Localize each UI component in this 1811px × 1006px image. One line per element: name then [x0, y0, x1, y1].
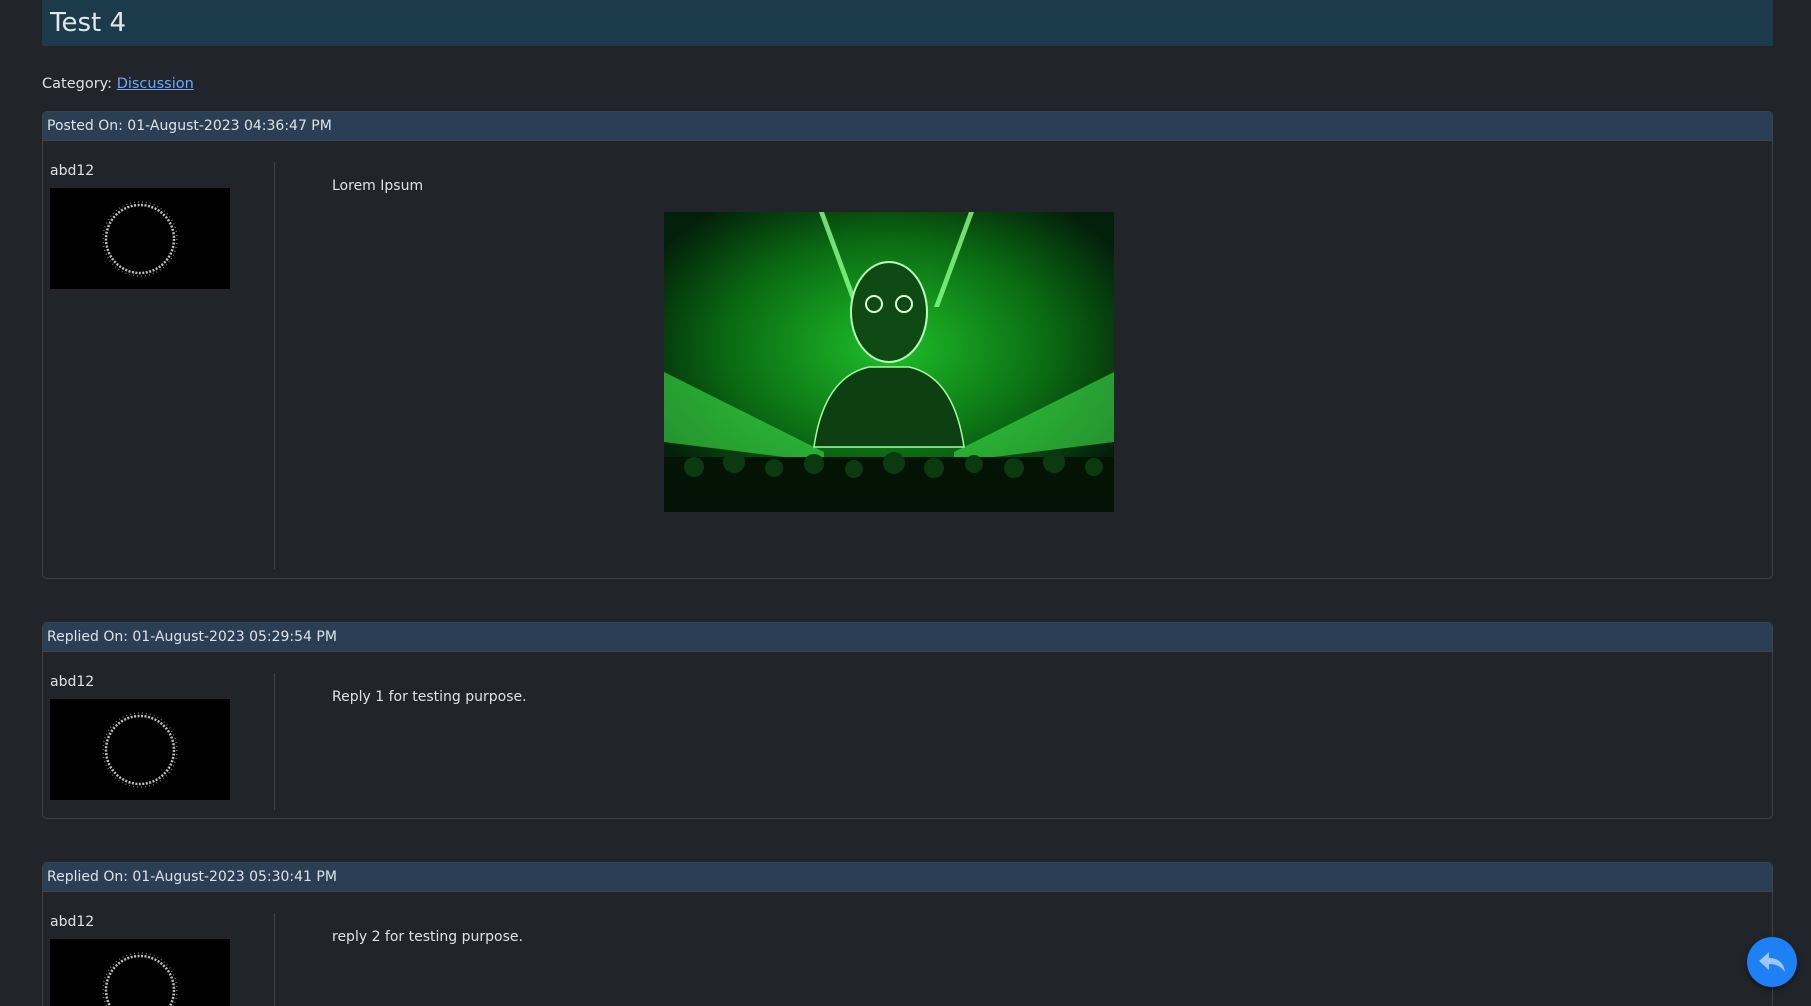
reply-button[interactable] — [1747, 937, 1797, 987]
post-image[interactable] — [664, 212, 1114, 512]
author-username[interactable]: abd12 — [50, 914, 230, 930]
category-line: Category: Discussion — [42, 76, 194, 92]
author-username[interactable]: abd12 — [50, 674, 230, 690]
concert-image — [664, 212, 1114, 512]
ring-avatar-image — [102, 951, 178, 1006]
avatar — [50, 939, 230, 1006]
reply-header: Replied On: 01-August-2023 05:29:54 PM — [43, 623, 1772, 652]
post-body: abd12 Lorem Ipsum — [43, 141, 1772, 578]
reply-body: abd12 reply 2 for testing purpose. — [43, 892, 1772, 1006]
ring-avatar-image — [102, 200, 178, 277]
reply-card: Replied On: 01-August-2023 05:30:41 PM a… — [42, 862, 1773, 1006]
reply-header: Replied On: 01-August-2023 05:30:41 PM — [43, 863, 1772, 892]
reply-body: abd12 Reply 1 for testing purpose. — [43, 652, 1772, 818]
reply-author: abd12 — [50, 674, 230, 800]
reply-arrow-icon — [1759, 952, 1785, 972]
avatar — [50, 188, 230, 289]
reply-message: reply 2 for testing purpose. — [332, 929, 523, 945]
reply-message: Reply 1 for testing purpose. — [332, 689, 527, 705]
category-link[interactable]: Discussion — [117, 76, 194, 92]
post-author: abd12 — [50, 163, 230, 289]
avatar — [50, 699, 230, 800]
thread-page: Test 4 Category: Discussion Posted On: 0… — [0, 0, 1811, 1006]
category-label: Category: — [42, 76, 113, 92]
thread-title-bar: Test 4 — [42, 0, 1773, 46]
ring-avatar-image — [102, 711, 178, 788]
reply-card: Replied On: 01-August-2023 05:29:54 PM a… — [42, 622, 1773, 819]
post-message: Lorem Ipsum — [332, 178, 424, 194]
post-card: Posted On: 01-August-2023 04:36:47 PM ab… — [42, 111, 1773, 579]
thread-title: Test 4 — [50, 8, 127, 38]
reply-author: abd12 — [50, 914, 230, 1006]
column-divider — [274, 673, 275, 810]
column-divider — [274, 913, 275, 1006]
post-header: Posted On: 01-August-2023 04:36:47 PM — [43, 112, 1772, 141]
column-divider — [274, 162, 275, 569]
author-username[interactable]: abd12 — [50, 163, 230, 179]
